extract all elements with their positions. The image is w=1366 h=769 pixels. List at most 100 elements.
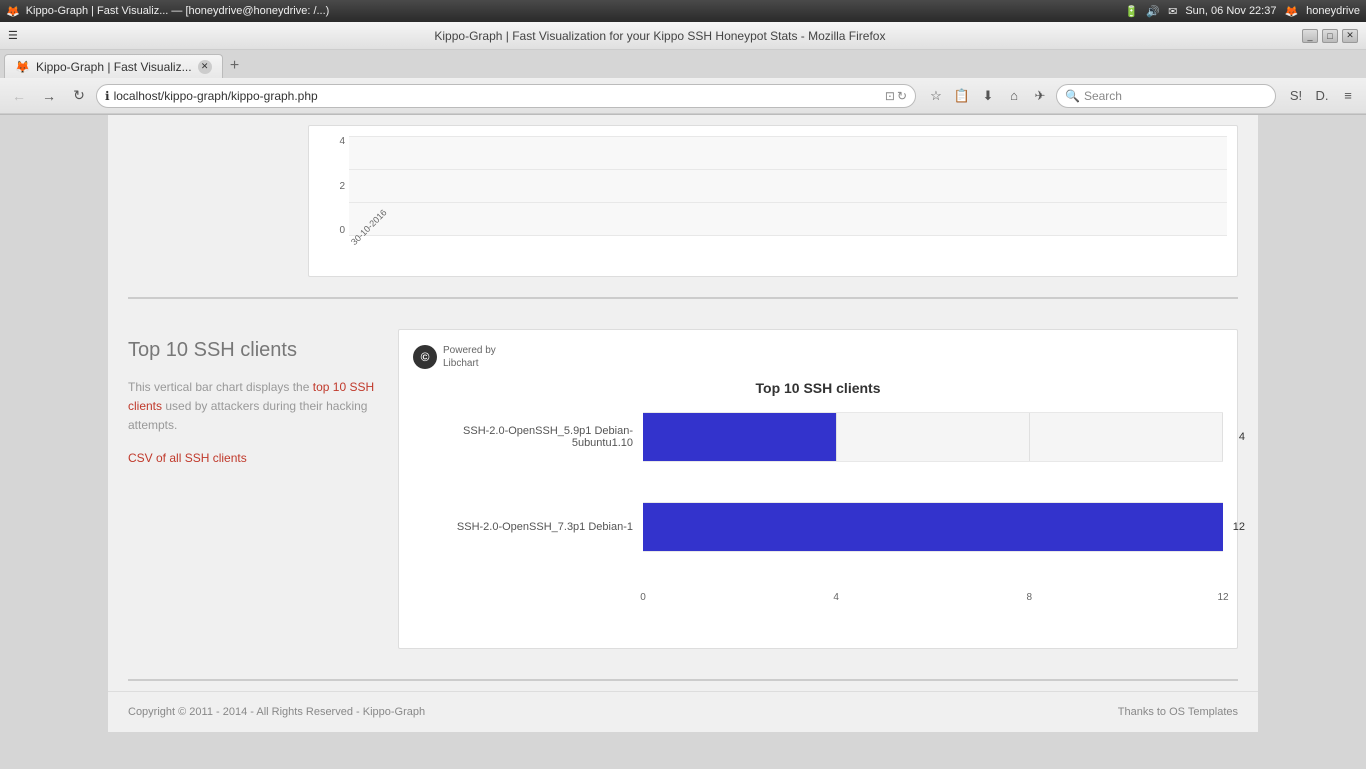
ssh-clients-section: Top 10 SSH clients This vertical bar cha… — [108, 309, 1258, 669]
title-bar: ☰ Kippo-Graph | Fast Visualization for y… — [0, 22, 1366, 50]
star-icon[interactable]: ☆ — [924, 84, 948, 108]
hbar-chart-container: SSH-2.0-OpenSSH_5.9p1 Debian-5ubuntu1.10… — [423, 412, 1223, 608]
close-button[interactable]: ✕ — [1342, 29, 1358, 43]
hbar-label-1: SSH-2.0-OpenSSH_7.3p1 Debian-1 — [423, 521, 643, 533]
taskbar-left: 🦊 Kippo-Graph | Fast Visualiz... — [hone… — [6, 5, 329, 18]
copyright-text: Copyright © 2011 - 2014 - All Rights Res… — [128, 706, 425, 718]
browser-chrome: ☰ Kippo-Graph | Fast Visualization for y… — [0, 22, 1366, 115]
libchart-icon: © — [413, 345, 437, 369]
forward-button[interactable]: → — [36, 83, 62, 109]
y-label-0: 0 — [319, 225, 345, 236]
tab-favicon: 🦊 — [15, 60, 30, 74]
section-description: This vertical bar chart displays the top… — [128, 378, 378, 436]
grid-line-mid2 — [349, 202, 1227, 203]
desc-text-1: This vertical bar chart displays the — [128, 380, 309, 394]
y-label-4: 4 — [319, 136, 345, 147]
csv-link[interactable]: CSV of all SSH clients — [128, 451, 247, 465]
hbar-value-0: 4 — [1239, 431, 1245, 443]
minimize-button[interactable]: _ — [1302, 29, 1318, 43]
chart-area — [349, 136, 1227, 236]
home-icon[interactable]: ⌂ — [1002, 84, 1026, 108]
page-content: 4 2 0 30-10-2016 — [108, 115, 1258, 732]
hbar-row-0: SSH-2.0-OpenSSH_5.9p1 Debian-5ubuntu1.10… — [423, 412, 1223, 462]
tab-title: Kippo-Graph | Fast Visualiz... — [36, 60, 192, 74]
taskbar-fox-icon: 🦊 — [6, 5, 20, 18]
security-icon: ℹ — [105, 89, 110, 103]
bar-chart-title: Top 10 SSH clients — [413, 380, 1223, 396]
grid-line-mid1 — [349, 169, 1227, 170]
window-controls[interactable]: _ □ ✕ — [1302, 29, 1358, 43]
back-button[interactable]: ← — [6, 83, 32, 109]
taskbar-user: honeydrive — [1306, 5, 1360, 17]
reload-icon: ↻ — [897, 89, 907, 103]
section-divider-2 — [128, 679, 1238, 681]
chart-yaxis: 4 2 0 — [319, 136, 349, 236]
hbar-row-1: SSH-2.0-OpenSSH_7.3p1 Debian-1 12 — [423, 502, 1223, 552]
hbar-xaxis: 0 4 8 12 — [643, 592, 1223, 608]
new-tab-button[interactable]: + — [223, 54, 247, 78]
page-wrapper: 4 2 0 30-10-2016 — [0, 115, 1366, 769]
browser-menu-icon: ☰ — [8, 29, 18, 42]
addon2-icon[interactable]: D. — [1310, 84, 1334, 108]
taskbar-firefox-icon: 🦊 — [1284, 5, 1298, 18]
section-title: Top 10 SSH clients — [128, 339, 378, 362]
toolbar-icons: ☆ 📋 ⬇ ⌂ ✈ — [924, 84, 1052, 108]
grid-vert-2 — [1029, 413, 1030, 461]
taskbar-clock: Sun, 06 Nov 22:37 — [1185, 5, 1276, 17]
os-taskbar: 🦊 Kippo-Graph | Fast Visualiz... — [hone… — [0, 0, 1366, 22]
y-label-2: 2 — [319, 181, 345, 192]
powered-by-label: Powered by — [443, 344, 496, 357]
section-divider-1 — [128, 297, 1238, 299]
tab-close-button[interactable]: ✕ — [198, 60, 212, 74]
grid-vert-3 — [1222, 413, 1223, 461]
libchart-label: Libchart — [443, 357, 496, 370]
libchart-logo: © Powered by Libchart — [413, 344, 496, 370]
xaxis-tick-1: 4 — [833, 592, 839, 603]
taskbar-mail-icon: ✉ — [1168, 5, 1177, 18]
mini-chart: 4 2 0 30-10-2016 — [319, 136, 1227, 266]
search-bar[interactable]: 🔍 Search — [1056, 84, 1276, 108]
xaxis-tick-0: 0 — [640, 592, 646, 603]
address-bar[interactable]: ℹ localhost/kippo-graph/kippo-graph.php … — [96, 84, 916, 108]
bookmark-list-icon[interactable]: 📋 — [950, 84, 974, 108]
bookmark-view-icon: ⊡ — [885, 89, 895, 103]
window-title: Kippo-Graph | Fast Visualization for you… — [24, 29, 1296, 43]
libchart-text: Powered by Libchart — [443, 344, 496, 370]
taskbar-title: Kippo-Graph | Fast Visualiz... — [honeyd… — [26, 5, 330, 17]
hbar-container-0: 4 — [643, 412, 1223, 462]
nav-bar: ← → ↻ ℹ localhost/kippo-graph/kippo-grap… — [0, 78, 1366, 114]
search-icon: 🔍 — [1065, 89, 1080, 103]
taskbar-battery-icon: 🔋 — [1125, 5, 1139, 18]
url-text: localhost/kippo-graph/kippo-graph.php — [114, 89, 881, 103]
page-footer: Copyright © 2011 - 2014 - All Rights Res… — [108, 691, 1258, 732]
sidebar-info: Top 10 SSH clients This vertical bar cha… — [128, 329, 378, 649]
maximize-button[interactable]: □ — [1322, 29, 1338, 43]
taskbar-right: 🔋 🔊 ✉ Sun, 06 Nov 22:37 🦊 honeydrive — [1125, 5, 1360, 18]
hbar-label-0: SSH-2.0-OpenSSH_5.9p1 Debian-5ubuntu1.10 — [423, 425, 643, 449]
hbar-fill-1 — [643, 503, 1223, 551]
address-icons: ⊡ ↻ — [885, 89, 907, 103]
hbar-fill-0 — [643, 413, 836, 461]
xaxis-tick-2: 8 — [1026, 592, 1032, 603]
grid-vert-1 — [836, 413, 837, 461]
addon1-icon[interactable]: S! — [1284, 84, 1308, 108]
hbar-container-1: 12 — [643, 502, 1223, 552]
chart-xaxis: 30-10-2016 — [349, 236, 1227, 266]
chart-panel: © Powered by Libchart Top 10 SSH clients… — [398, 329, 1238, 649]
tab-bar: 🦊 Kippo-Graph | Fast Visualiz... ✕ + — [0, 50, 1366, 78]
desc-text-2: used by attackers during their hacking a… — [128, 399, 367, 432]
top-chart-section: 4 2 0 30-10-2016 — [108, 115, 1258, 287]
taskbar-volume-icon: 🔊 — [1146, 5, 1160, 18]
hbar-value-1: 12 — [1233, 521, 1245, 533]
grid-line-top — [349, 136, 1227, 137]
os-templates-link[interactable]: Thanks to OS Templates — [1118, 706, 1238, 718]
xaxis-tick-3: 12 — [1217, 592, 1228, 603]
send-icon[interactable]: ✈ — [1028, 84, 1052, 108]
chart-header: © Powered by Libchart — [413, 344, 1223, 370]
search-placeholder: Search — [1084, 89, 1122, 103]
active-tab[interactable]: 🦊 Kippo-Graph | Fast Visualiz... ✕ — [4, 54, 223, 78]
download-icon[interactable]: ⬇ — [976, 84, 1000, 108]
refresh-button[interactable]: ↻ — [66, 83, 92, 109]
extra-toolbar-icons: S! D. ≡ — [1284, 84, 1360, 108]
menu-icon[interactable]: ≡ — [1336, 84, 1360, 108]
